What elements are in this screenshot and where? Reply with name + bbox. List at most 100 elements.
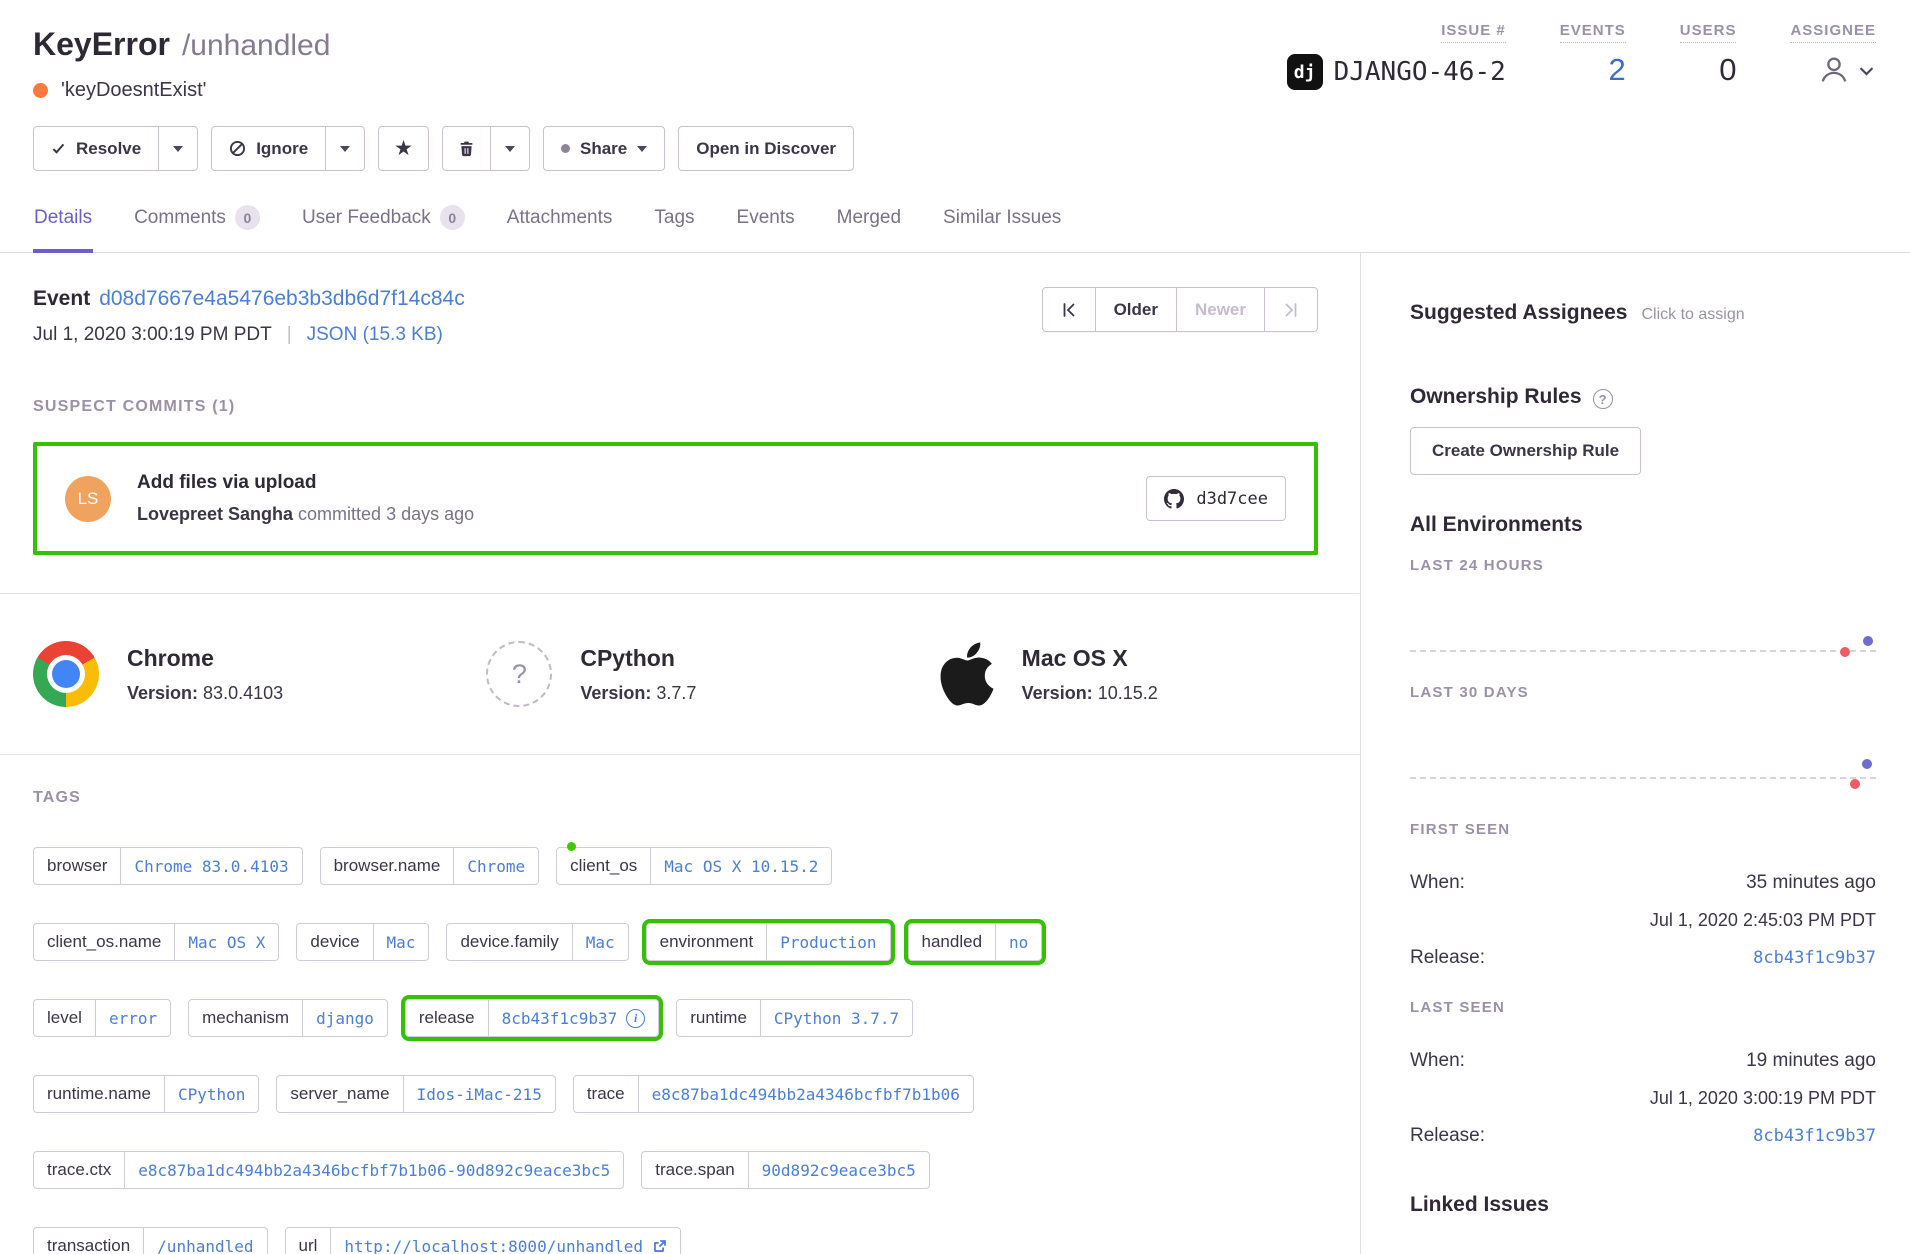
tag-key: browser.name <box>321 848 454 884</box>
tag-value-link[interactable]: no <box>995 924 1041 960</box>
tag-key: trace.ctx <box>34 1152 124 1188</box>
sparkline-30d <box>1410 701 1876 791</box>
tag-key: level <box>34 1000 95 1036</box>
tag-value: 90d892c9eace3bc5 <box>762 1161 916 1180</box>
older-event-button[interactable]: Older <box>1095 287 1177 332</box>
tag-value-link[interactable]: /unhandled <box>143 1228 266 1254</box>
users-count[interactable]: 0 <box>1719 52 1736 88</box>
share-dot-icon <box>561 144 570 153</box>
tab-label: Events <box>737 207 795 229</box>
tab[interactable]: User Feedback 0 <box>301 201 466 253</box>
suspect-commits-heading: SUSPECT COMMITS (1) <box>33 398 1318 416</box>
sparkline-line <box>1410 650 1876 652</box>
tag-value-link[interactable]: Production <box>766 924 889 960</box>
apple-icon <box>940 638 994 710</box>
context-text: Mac OS X Version: 10.15.2 <box>1022 645 1158 704</box>
tag-value-link[interactable]: e8c87ba1dc494bb2a4346bcfbf7b1b06 <box>638 1076 973 1112</box>
tag-value-link[interactable]: CPython 3.7.7 <box>760 1000 912 1036</box>
bookmark-button[interactable]: ★ <box>378 126 429 171</box>
info-icon[interactable]: i <box>626 1009 645 1028</box>
open-in-discover-button[interactable]: Open in Discover <box>678 126 854 171</box>
tag-key: environment <box>647 924 767 960</box>
project-short-id: DJANGO-46-2 <box>1334 57 1506 87</box>
tag-value: CPython 3.7.7 <box>774 1009 899 1028</box>
tag-value-link[interactable]: e8c87ba1dc494bb2a4346bcfbf7b1b06-90d892c… <box>124 1152 623 1188</box>
first-seen-date: Jul 1, 2020 2:45:03 PM PDT <box>1410 910 1876 931</box>
tab[interactable]: Details <box>33 201 93 253</box>
tag-pill: device Mac <box>296 923 429 961</box>
tag-pill: level error <box>33 999 171 1037</box>
mute-icon <box>229 140 246 157</box>
tab[interactable]: Tags <box>653 201 695 253</box>
tag-value-link[interactable]: Idos-iMac-215 <box>403 1076 555 1112</box>
delete-dropdown-button[interactable] <box>491 126 530 171</box>
tag-value-link[interactable]: error <box>95 1000 170 1036</box>
tab-label: Comments <box>134 207 226 229</box>
tag-key: runtime <box>677 1000 760 1036</box>
tag-value-link[interactable]: Mac OS X 10.15.2 <box>650 848 831 884</box>
tag-key: handled <box>909 924 996 960</box>
tab[interactable]: Attachments <box>506 201 614 253</box>
resolve-dropdown-button[interactable] <box>159 126 198 171</box>
tag-value: /unhandled <box>157 1237 253 1254</box>
project-link[interactable]: dj DJANGO-46-2 <box>1287 54 1506 90</box>
tag-value-link[interactable]: django <box>302 1000 387 1036</box>
ownership-rules-title: Ownership Rules <box>1410 385 1582 409</box>
resolve-button[interactable]: Resolve <box>33 126 159 171</box>
oldest-event-button[interactable] <box>1042 287 1096 332</box>
json-download-link[interactable]: JSON (15.3 KB) <box>307 324 443 346</box>
help-icon[interactable]: ? <box>1593 389 1613 409</box>
users-label: USERS <box>1680 22 1737 43</box>
tag-value: django <box>316 1009 374 1028</box>
tag-value-link[interactable]: Chrome <box>453 848 538 884</box>
suggested-assignees-title: Suggested Assignees <box>1410 301 1627 325</box>
tab[interactable]: Similar Issues <box>942 201 1062 253</box>
ignore-dropdown-button[interactable] <box>326 126 365 171</box>
delete-button[interactable] <box>442 126 491 171</box>
commit-sha-button[interactable]: d3d7cee <box>1146 476 1286 521</box>
newer-event-button[interactable]: Newer <box>1176 287 1265 332</box>
events-count[interactable]: 2 <box>1609 52 1626 88</box>
events-label: EVENTS <box>1560 22 1626 43</box>
tag-value-link[interactable]: Mac <box>572 924 628 960</box>
tag-key: trace.span <box>642 1152 747 1188</box>
tag-value-link[interactable]: http://localhost:8000/unhandled <box>330 1228 680 1254</box>
tab[interactable]: Comments 0 <box>133 201 261 253</box>
main-panel: Eventd08d7667e4a5476eb3b3db6d7f14c84c Ju… <box>0 253 1361 1254</box>
unknown-runtime-icon: ? <box>486 641 552 707</box>
share-button[interactable]: Share <box>543 126 665 171</box>
assignee-dropdown[interactable] <box>1817 53 1876 87</box>
tag-value-link[interactable]: Chrome 83.0.4103 <box>120 848 301 884</box>
tag-value: http://localhost:8000/unhandled <box>344 1237 643 1254</box>
external-link-icon[interactable] <box>652 1239 667 1254</box>
tag-value-link[interactable]: Mac <box>373 924 429 960</box>
tag-key: device <box>297 924 372 960</box>
tag-value-link[interactable]: 8cb43f1c9b37 i <box>488 1000 659 1036</box>
tag-value: Chrome 83.0.4103 <box>134 857 288 876</box>
ignore-button[interactable]: Ignore <box>211 126 326 171</box>
commit-title: Add files via upload <box>137 472 1120 494</box>
event-id-link[interactable]: d08d7667e4a5476eb3b3db6d7f14c84c <box>99 287 465 310</box>
tag-key: client_os <box>557 848 650 884</box>
tag-pill: client_os Mac OS X 10.15.2 <box>556 847 832 885</box>
culprit-text: 'keyDoesntExist' <box>61 79 206 102</box>
tag-value-link[interactable]: CPython <box>164 1076 258 1112</box>
tag-value: CPython <box>178 1085 245 1104</box>
tag-value-link[interactable]: 90d892c9eace3bc5 <box>748 1152 929 1188</box>
last-30-days-label: LAST 30 DAYS <box>1410 684 1876 701</box>
sparkline-dot-red <box>1850 779 1860 789</box>
trash-icon <box>458 140 475 157</box>
create-ownership-rule-button[interactable]: Create Ownership Rule <box>1410 427 1641 475</box>
caret-down-icon <box>637 146 647 152</box>
newest-event-button[interactable] <box>1264 287 1318 332</box>
tab[interactable]: Merged <box>836 201 902 253</box>
first-seen-release-link[interactable]: 8cb43f1c9b37 <box>1753 948 1876 968</box>
star-icon: ★ <box>394 138 413 159</box>
django-project-icon: dj <box>1287 54 1323 90</box>
commit-meta-text: committed 3 days ago <box>293 504 474 524</box>
last-seen-release-link[interactable]: 8cb43f1c9b37 <box>1753 1126 1876 1146</box>
tag-value: e8c87ba1dc494bb2a4346bcfbf7b1b06 <box>652 1085 960 1104</box>
last-24-hours-label: LAST 24 HOURS <box>1410 557 1876 574</box>
tab[interactable]: Events <box>736 201 796 253</box>
tag-value-link[interactable]: Mac OS X <box>174 924 278 960</box>
